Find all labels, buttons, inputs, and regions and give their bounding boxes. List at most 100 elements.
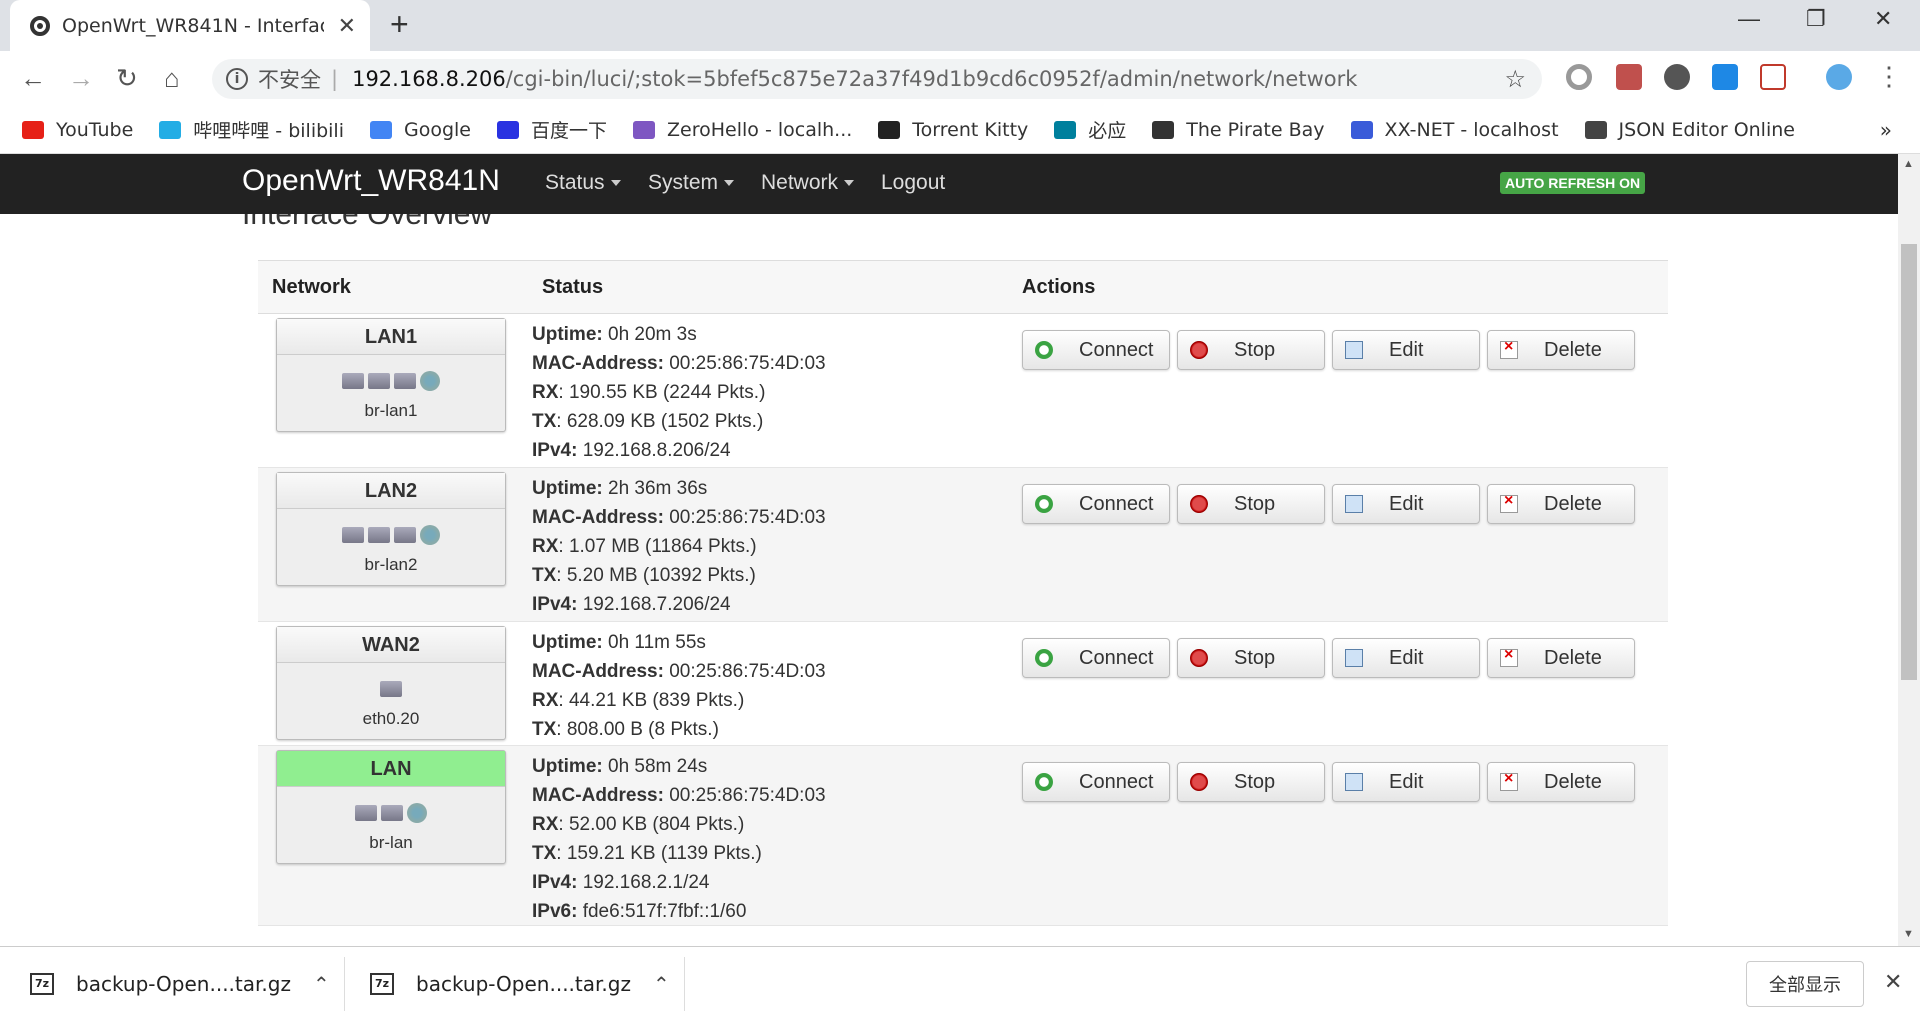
connect-button[interactable]: Connect: [1022, 762, 1170, 802]
interface-name: LAN1: [277, 319, 505, 355]
menu-kebab-icon[interactable]: ⋮: [1876, 61, 1902, 92]
tampermonkey-extension-icon[interactable]: [1664, 64, 1690, 90]
status-key: Uptime:: [532, 756, 603, 777]
scrollbar-thumb[interactable]: [1901, 244, 1917, 680]
status-value: : 808.00 B (8 Pkts.): [556, 719, 719, 740]
divider: [344, 957, 345, 1011]
status-value: 00:25:86:75:4D:03: [663, 353, 826, 374]
stop-button[interactable]: Stop: [1177, 638, 1325, 678]
pocket-extension-icon[interactable]: [1760, 64, 1786, 90]
auto-refresh-toggle[interactable]: AUTO REFRESH ON: [1500, 172, 1646, 194]
bookmark-item[interactable]: Torrent Kitty: [878, 119, 1028, 141]
bookmark-item[interactable]: 哔哩哔哩 - bilibili: [159, 116, 344, 143]
interfaces-table: Network Status Actions LAN1 br-lan1 Uptime…: [258, 260, 1668, 926]
status-key: RX: [532, 690, 559, 711]
interface-badge[interactable]: WAN2 eth0.20: [276, 626, 506, 740]
window-close-button[interactable]: ✕: [1874, 6, 1892, 32]
stop-button[interactable]: Stop: [1177, 762, 1325, 802]
forward-arrow-icon[interactable]: →: [68, 63, 94, 94]
chevron-up-icon[interactable]: ⌃: [653, 972, 670, 996]
stop-button[interactable]: Stop: [1177, 484, 1325, 524]
insecure-label: 不安全: [258, 68, 321, 92]
bookmark-item[interactable]: 百度一下: [497, 116, 607, 143]
address-bar[interactable]: i 不安全 | 192.168.8.206 /cgi-bin/luci/;sto…: [212, 59, 1542, 99]
pdf-extension-icon[interactable]: [1616, 64, 1642, 90]
download-item[interactable]: 7z backup-Open....tar.gz ⌃: [30, 959, 330, 1009]
menu-status[interactable]: Status: [545, 171, 621, 195]
back-arrow-icon[interactable]: ←: [20, 63, 46, 94]
status-key: RX: [532, 814, 559, 835]
delete-icon: [1500, 338, 1518, 359]
scroll-down-arrow-icon[interactable]: ▼: [1903, 928, 1914, 940]
divider: [684, 957, 685, 1011]
delete-button[interactable]: Delete: [1487, 330, 1635, 370]
send-extension-icon[interactable]: [1712, 64, 1738, 90]
tab-close-icon[interactable]: ✕: [338, 13, 356, 39]
site-info-icon[interactable]: i: [226, 68, 248, 90]
bookmark-item[interactable]: The Pirate Bay: [1152, 119, 1325, 141]
download-item[interactable]: 7z backup-Open....tar.gz ⌃: [370, 959, 670, 1009]
menu-system[interactable]: System: [648, 171, 735, 195]
delete-label: Delete: [1544, 770, 1602, 793]
status-key: TX: [532, 565, 557, 586]
bookmark-item[interactable]: XX-NET - localhost: [1350, 119, 1559, 141]
stop-button[interactable]: Stop: [1177, 330, 1325, 370]
bookmark-star-icon[interactable]: ☆: [1504, 65, 1526, 93]
interface-badge[interactable]: LAN br-lan: [276, 750, 506, 864]
status-value: 00:25:86:75:4D:03: [663, 785, 826, 806]
delete-button[interactable]: Delete: [1487, 638, 1635, 678]
bookmark-item[interactable]: Google: [370, 119, 471, 141]
edit-button[interactable]: Edit: [1332, 762, 1480, 802]
downloads-bar: 7z backup-Open....tar.gz ⌃ 7z backup-Ope…: [0, 946, 1920, 1020]
brand-link[interactable]: OpenWrt_WR841N: [242, 164, 500, 198]
interface-badge[interactable]: LAN1 br-lan1: [276, 318, 506, 432]
page-viewport: OpenWrt_WR841N Status System Network Log…: [0, 154, 1898, 946]
minimize-button[interactable]: —: [1738, 6, 1760, 32]
edit-button[interactable]: Edit: [1332, 638, 1480, 678]
bookmarks-bar: YouTube 哔哩哔哩 - bilibili Google 百度一下 ZeroHell…: [0, 106, 1920, 154]
profile-avatar-icon[interactable]: [1826, 64, 1852, 90]
bookmark-label: 哔哩哔哩 - bilibili: [193, 120, 344, 142]
bookmark-item[interactable]: ZeroHello - localh...: [633, 119, 852, 141]
browser-toolbar: ← → ↻ ⌂ i 不安全 | 192.168.8.206 /cgi-bin/l…: [0, 51, 1920, 106]
delete-button[interactable]: Delete: [1487, 484, 1635, 524]
delete-label: Delete: [1544, 338, 1602, 361]
menu-network[interactable]: Network: [761, 171, 855, 195]
bookmark-label: Google: [404, 118, 472, 141]
menu-logout[interactable]: Logout: [881, 171, 945, 195]
connect-button[interactable]: Connect: [1022, 638, 1170, 678]
show-all-downloads-button[interactable]: 全部显示: [1746, 961, 1864, 1007]
status-line: TX: 808.00 B (8 Pkts.): [532, 715, 826, 744]
status-value: 00:25:86:75:4D:03: [663, 661, 826, 682]
bookmarks-overflow-icon[interactable]: »: [1880, 118, 1892, 142]
chevron-up-icon[interactable]: ⌃: [313, 972, 330, 996]
edit-icon: [1345, 649, 1363, 667]
status-key: Uptime:: [532, 632, 603, 653]
bookmark-label: YouTube: [56, 118, 134, 141]
close-downloads-icon[interactable]: ✕: [1884, 969, 1902, 995]
connect-button[interactable]: Connect: [1022, 330, 1170, 370]
connect-button[interactable]: Connect: [1022, 484, 1170, 524]
stop-label: Stop: [1234, 338, 1276, 361]
bookmark-item[interactable]: YouTube: [22, 119, 133, 141]
bookmark-item[interactable]: JSON Editor Online: [1584, 119, 1795, 141]
interface-status: Uptime: 2h 36m 36s MAC-Address: 00:25:86:…: [532, 474, 826, 619]
interface-name: LAN: [277, 751, 505, 787]
maximize-button[interactable]: ❐: [1806, 6, 1826, 32]
edit-button[interactable]: Edit: [1332, 484, 1480, 524]
extension-circle-icon[interactable]: [1566, 64, 1592, 90]
interface-badge[interactable]: LAN2 br-lan2: [276, 472, 506, 586]
bookmark-item[interactable]: 必应: [1054, 116, 1126, 143]
status-value: 00:25:86:75:4D:03: [663, 507, 826, 528]
status-line: IPv4: 192.168.8.206/24: [532, 436, 826, 465]
browser-tab[interactable]: OpenWrt_WR841N - Interfaces ✕: [10, 0, 370, 51]
scroll-up-arrow-icon[interactable]: ▲: [1903, 158, 1914, 170]
page-scrollbar[interactable]: ▲ ▼: [1898, 154, 1920, 946]
delete-button[interactable]: Delete: [1487, 762, 1635, 802]
home-icon[interactable]: ⌂: [164, 63, 180, 94]
edit-button[interactable]: Edit: [1332, 330, 1480, 370]
reload-icon[interactable]: ↻: [116, 63, 138, 94]
interface-name: LAN2: [277, 473, 505, 509]
new-tab-button[interactable]: +: [390, 6, 409, 43]
bookmark-label: Torrent Kitty: [912, 118, 1029, 141]
